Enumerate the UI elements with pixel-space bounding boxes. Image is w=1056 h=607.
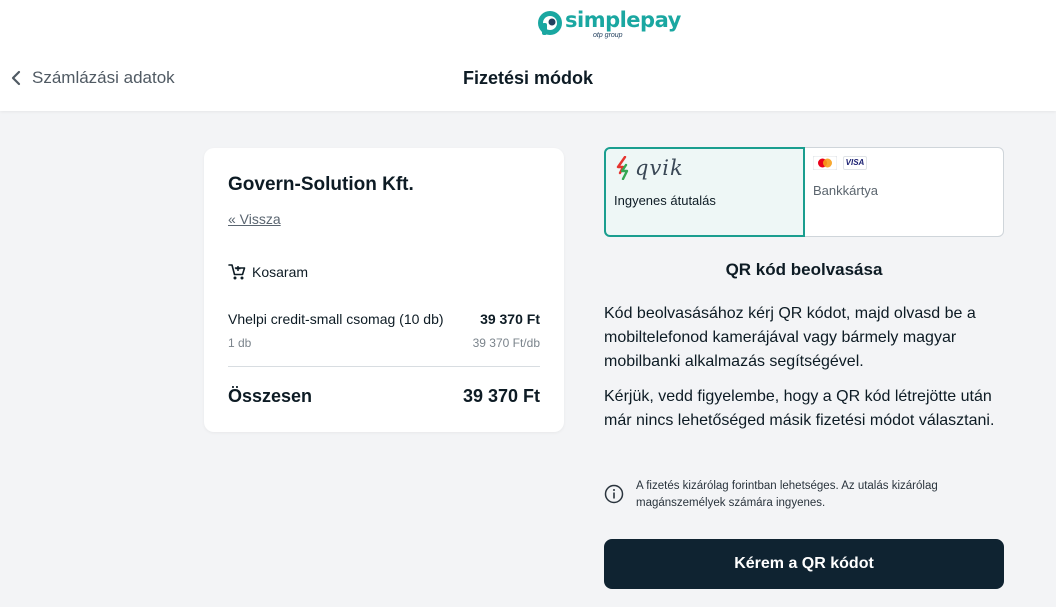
payment-method-tabs: qvik Ingyenes átutalás VISA Bankkártya xyxy=(604,147,1004,237)
cart-section-label: Kosaram xyxy=(252,264,309,280)
qvik-bolt-icon xyxy=(616,156,629,180)
qr-warning: Kérjük, vedd figyelembe, hogy a QR kód l… xyxy=(604,388,995,429)
item-name: Vhelpi credit-small csomag (10 db) xyxy=(228,311,444,327)
tab-card-label: Bankkártya xyxy=(813,183,879,198)
item-price: 39 370 Ft xyxy=(480,311,540,327)
info-note: A fizetés kizárólag forintban lehetséges… xyxy=(604,478,1004,512)
brand-name: simplepay xyxy=(565,8,681,32)
back-to-billing-link[interactable]: Számlázási adatok xyxy=(10,68,175,88)
card-brand-logos: VISA xyxy=(813,156,867,170)
chevron-left-icon xyxy=(11,70,21,86)
qvik-logo-text: qvik xyxy=(635,156,684,180)
tab-qvik-label: Ingyenes átutalás xyxy=(614,193,716,208)
qr-section-title: QR kód beolvasása xyxy=(725,260,883,279)
divider xyxy=(228,366,540,367)
item-quantity: 1 db xyxy=(228,336,252,350)
info-icon xyxy=(604,484,624,504)
total-label: Összesen xyxy=(228,386,313,406)
back-link-label: Számlázási adatok xyxy=(32,68,175,87)
request-qr-code-button[interactable]: Kérem a QR kódot xyxy=(604,539,1004,589)
tab-qvik-transfer[interactable]: qvik Ingyenes átutalás xyxy=(604,147,805,237)
merchant-name: Govern-Solution Kft. xyxy=(228,174,414,195)
page-title: Fizetési módok xyxy=(462,68,594,88)
brand-subtitle: otp group xyxy=(593,32,623,39)
cart-summary-card: Govern-Solution Kft. « Vissza Kosaram Vh… xyxy=(204,148,564,432)
item-unit-price: 39 370 Ft/db xyxy=(472,336,540,350)
info-note-text: A fizetés kizárólag forintban lehetséges… xyxy=(636,480,938,509)
cart-section-header: Kosaram xyxy=(228,263,308,281)
total-value: 39 370 Ft xyxy=(462,386,540,406)
simplepay-logo-icon xyxy=(538,11,562,35)
back-link[interactable]: « Vissza xyxy=(228,211,281,227)
mastercard-icon xyxy=(813,156,837,170)
top-header: simplepay otp group Számlázási adatok Fi… xyxy=(0,0,1056,111)
tab-bank-card[interactable]: VISA Bankkártya xyxy=(803,147,1004,237)
qr-instructions: Kód beolvasásához kérj QR kódot, majd ol… xyxy=(604,305,976,370)
shopping-cart-icon xyxy=(228,264,246,280)
visa-icon: VISA xyxy=(843,156,867,170)
simplepay-logo[interactable]: simplepay otp group xyxy=(537,8,681,40)
qvik-logo: qvik xyxy=(614,156,684,180)
